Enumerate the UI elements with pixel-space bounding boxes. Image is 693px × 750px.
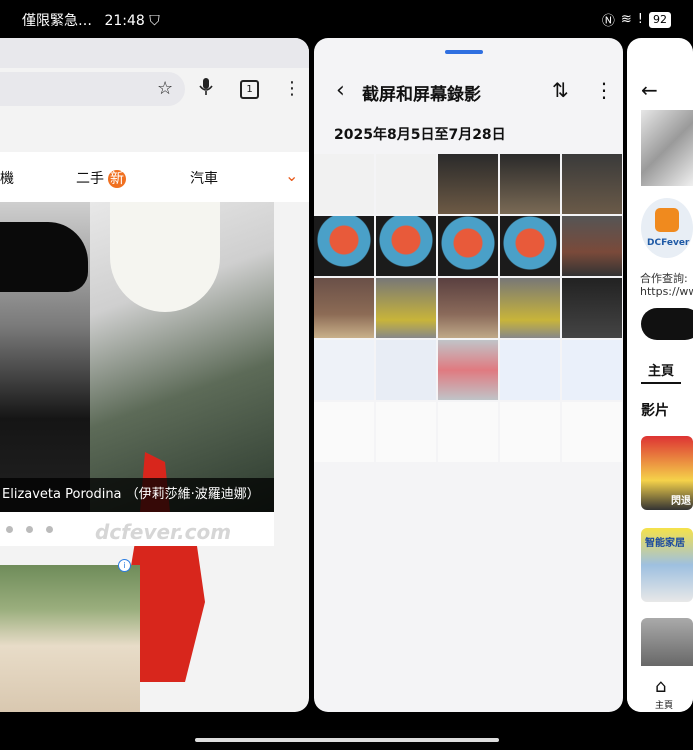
nav-item-cameras[interactable]: 機 xyxy=(0,168,14,188)
back-arrow-icon[interactable]: ← xyxy=(641,78,658,102)
thumbnail[interactable] xyxy=(562,154,622,214)
star-icon[interactable]: ☆ xyxy=(157,78,173,99)
thumbnail[interactable] xyxy=(314,402,374,462)
carrier-text: 僅限緊急… xyxy=(22,13,92,29)
photo-caption: Elizaveta Porodina （伊莉莎維·波羅迪娜） xyxy=(0,478,274,512)
video-thumbnail[interactable]: 閃退 xyxy=(641,436,693,510)
wifi-icon: ≋ xyxy=(620,12,632,27)
nav-item-cars[interactable]: 汽車 xyxy=(190,168,218,188)
thumbnail[interactable] xyxy=(314,340,374,400)
gallery-window[interactable]: ‹ 截屏和屏幕錄影 ⇅ ⋮ 2025年8月5日至7月28日 xyxy=(314,38,623,712)
vpn-shield-icon: ⛉ xyxy=(149,13,160,29)
thumbnail[interactable] xyxy=(314,216,374,276)
ad-image[interactable] xyxy=(0,565,140,712)
carousel-dot[interactable] xyxy=(6,526,13,533)
product-image[interactable] xyxy=(641,110,693,186)
video-thumbnail[interactable]: 智能家居 xyxy=(641,528,693,602)
thumbnail[interactable] xyxy=(376,402,436,462)
status-bar: 僅限緊急… 21:48 ⛉ Ⓝ ≋ ! 92 xyxy=(0,0,693,38)
tab-count-button[interactable]: 1 xyxy=(240,80,259,99)
watermark: dcfever.com xyxy=(95,520,232,544)
thumbnail[interactable] xyxy=(376,278,436,338)
tab-indicator xyxy=(641,382,681,384)
carousel-dot[interactable] xyxy=(26,526,33,533)
sort-icon[interactable]: ⇅ xyxy=(552,78,569,102)
thumbnail[interactable] xyxy=(500,154,560,214)
thumbnail[interactable] xyxy=(438,154,498,214)
app-window[interactable]: ← DCFever 合作查詢: https://www 主頁 影片 閃退 智能家… xyxy=(627,38,693,712)
album-title: 截屏和屏幕錄影 xyxy=(362,85,481,105)
new-badge: 新 xyxy=(108,170,126,188)
thumbnail[interactable] xyxy=(376,154,436,214)
tab-strip[interactable] xyxy=(0,38,309,68)
thumbnail[interactable] xyxy=(562,216,622,276)
thumbnail[interactable] xyxy=(438,278,498,338)
battery-indicator: 92 xyxy=(649,11,671,28)
channel-avatar: DCFever xyxy=(641,198,693,258)
site-nav: 機 二手新 汽車 ⌄ xyxy=(0,152,309,202)
thumbnail[interactable] xyxy=(376,216,436,276)
thumbnail[interactable] xyxy=(500,402,560,462)
gesture-home-bar[interactable] xyxy=(195,738,499,742)
carousel-dot[interactable] xyxy=(46,526,53,533)
alert-icon: ! xyxy=(637,12,643,27)
bottom-nav-home-label[interactable]: 主頁 xyxy=(655,698,673,711)
contact-link[interactable]: https://www xyxy=(640,285,693,298)
tab-home[interactable]: 主頁 xyxy=(648,360,674,379)
thumbnail[interactable] xyxy=(438,340,498,400)
thumbnail[interactable] xyxy=(376,340,436,400)
contact-label: 合作查詢: xyxy=(640,272,688,285)
mic-icon[interactable] xyxy=(199,78,213,101)
thumbnail[interactable] xyxy=(438,402,498,462)
thumbnail[interactable] xyxy=(562,402,622,462)
back-arrow-icon[interactable]: ‹ xyxy=(336,78,345,103)
thumbnail[interactable] xyxy=(314,278,374,338)
home-icon[interactable]: ⌂ xyxy=(655,676,666,697)
thumbnail[interactable] xyxy=(562,340,622,400)
section-title-videos: 影片 xyxy=(641,403,669,419)
subscribe-button[interactable] xyxy=(641,308,693,340)
more-vert-icon[interactable]: ⋮ xyxy=(594,78,614,102)
date-range: 2025年8月5日至7月28日 xyxy=(334,127,506,143)
thumbnail[interactable] xyxy=(438,216,498,276)
thumbnail[interactable] xyxy=(562,278,622,338)
thumbnail[interactable] xyxy=(314,154,374,214)
nav-item-secondhand[interactable]: 二手新 xyxy=(76,168,126,188)
thumbnail[interactable] xyxy=(500,278,560,338)
article-photo[interactable] xyxy=(0,202,274,682)
more-vert-icon[interactable]: ⋮ xyxy=(283,78,301,99)
chevron-down-icon[interactable]: ⌄ xyxy=(285,166,298,185)
ad-info-icon[interactable]: i xyxy=(118,559,131,572)
nfc-icon: Ⓝ xyxy=(601,14,615,29)
thumbnail[interactable] xyxy=(500,216,560,276)
drag-handle[interactable] xyxy=(445,50,483,54)
clock: 21:48 xyxy=(104,13,145,29)
thumbnail[interactable] xyxy=(500,340,560,400)
